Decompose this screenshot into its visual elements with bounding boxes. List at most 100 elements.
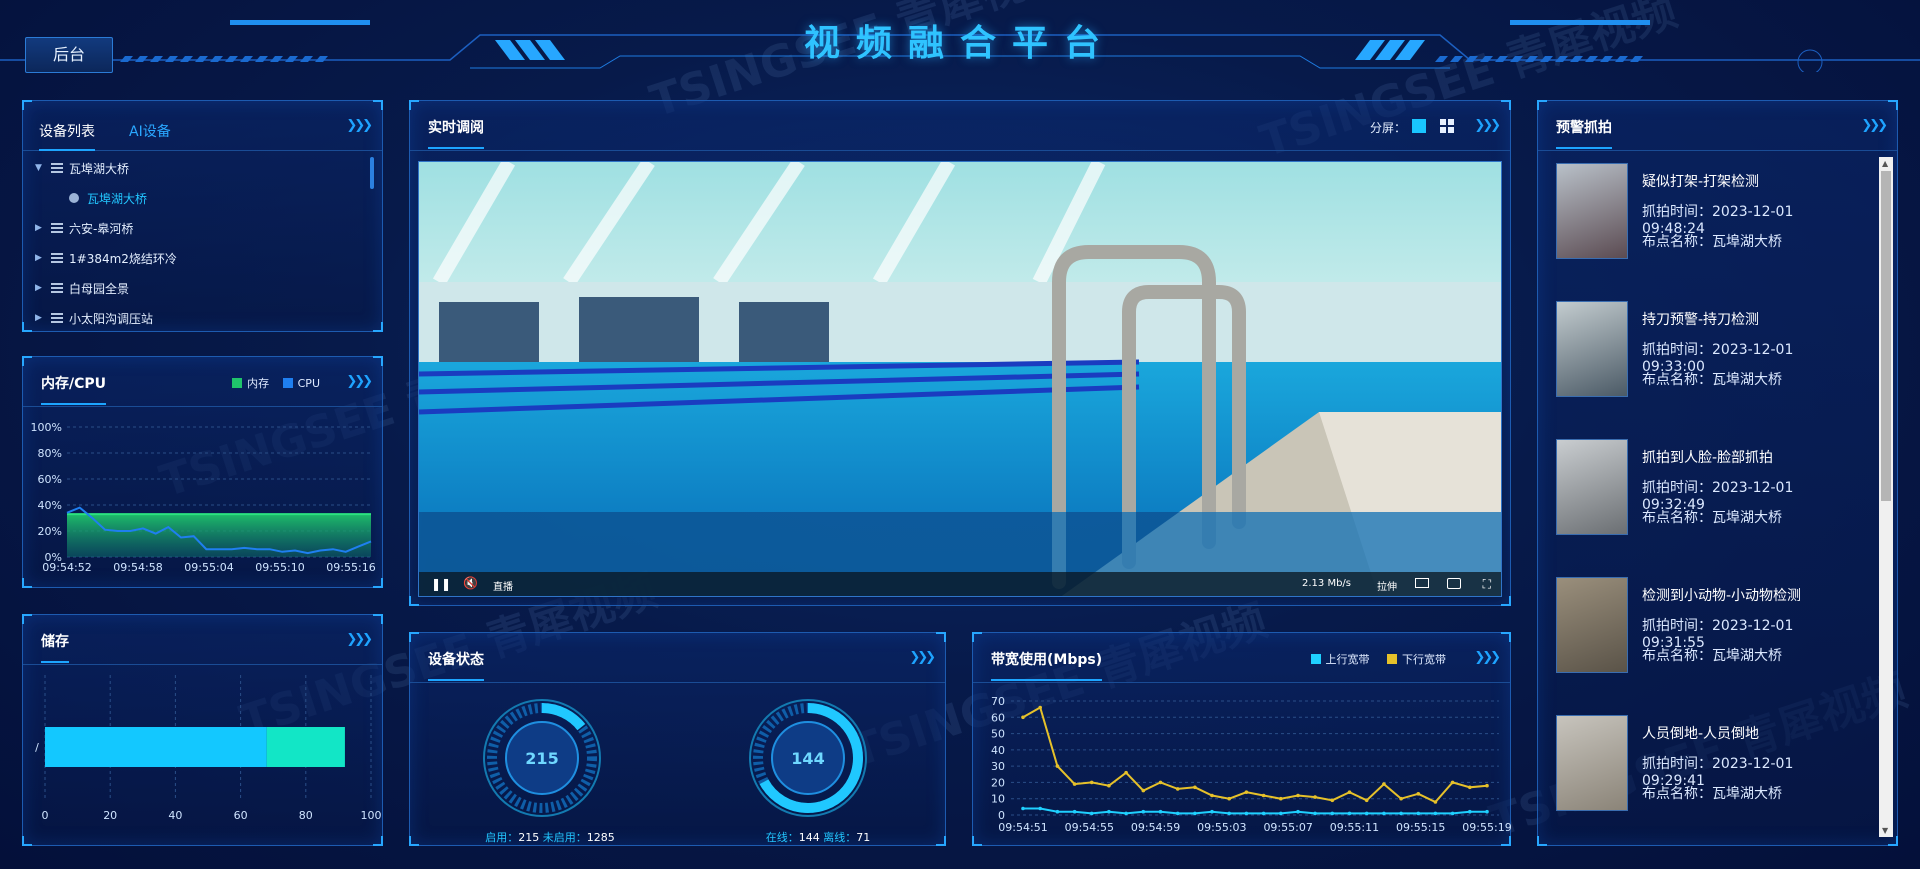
device-list-panel: 设备列表 AI设备 ❯❯❯ ▼ 瓦埠湖大桥 瓦埠湖大桥 ▶ 六安-皋河桥 ▶ 1… xyxy=(22,100,383,332)
chart-legend: 上行宽带 下行宽带 xyxy=(1310,651,1446,667)
tree-item[interactable]: ▶ 白母园全景 xyxy=(35,273,129,303)
data-point xyxy=(1296,793,1300,798)
alarm-scrollbar-thumb[interactable] xyxy=(1881,171,1891,501)
x-tick-label: 09:54:52 xyxy=(42,561,91,574)
alarm-item[interactable]: 人员倒地-人员倒地 抓拍时间：2023-12-01 09:29:41 布点名称：瓦埠… xyxy=(1538,715,1858,825)
alarm-item[interactable]: 检测到小动物-小动物检测 抓拍时间：2023-12-01 09:31:55 布点名称… xyxy=(1538,577,1858,687)
data-point xyxy=(1089,780,1094,785)
caret-down-icon: ▼ xyxy=(35,163,42,173)
gauge-value: 144 xyxy=(791,749,824,768)
stretch-button[interactable]: 拉伸 xyxy=(1377,578,1397,593)
alarm-scroll-track[interactable]: ▲ ▼ xyxy=(1879,157,1893,837)
header-bar: 视频融合平台 xyxy=(0,0,1920,72)
downstream-line xyxy=(1022,706,1488,804)
alarm-thumbnail[interactable] xyxy=(1556,577,1628,673)
chevron-right-icon: ❯❯❯ xyxy=(346,374,373,389)
alarm-site: 布点名称：瓦埠湖大桥 xyxy=(1642,507,1782,527)
video-player[interactable]: ❚❚ 🔇 直播 2.13 Mb/s 拉伸 ⛶ xyxy=(418,161,1502,597)
storage-bar-used xyxy=(45,727,267,767)
alarm-site-value: 瓦埠湖大桥 xyxy=(1712,234,1782,250)
x-tick-label: 09:54:58 xyxy=(113,561,162,574)
data-point xyxy=(1158,780,1163,785)
chevron-right-icon: ❯❯❯ xyxy=(1474,650,1501,665)
x-tick-label: 60 xyxy=(234,809,248,822)
bitrate-label: 2.13 Mb/s xyxy=(1302,578,1351,589)
data-point xyxy=(1021,806,1025,811)
chevron-right-icon: ❯❯❯ xyxy=(346,632,373,647)
tree-item[interactable]: ▶ 1#384m2烧结环冷 xyxy=(35,243,177,273)
tree-item-selected[interactable]: 瓦埠湖大桥 xyxy=(69,183,147,213)
alarm-item[interactable]: 疑似打架-打架检测 抓拍时间：2023-12-01 09:48:24 布点名称：瓦埠… xyxy=(1538,163,1858,273)
caption-value: 144 xyxy=(798,831,820,844)
camera-icon xyxy=(69,193,79,203)
split-single-icon[interactable] xyxy=(1412,119,1426,133)
data-point xyxy=(1313,795,1317,799)
alarm-thumbnail[interactable] xyxy=(1556,301,1628,397)
scroll-down-icon[interactable]: ▼ xyxy=(1882,826,1888,835)
tree-item[interactable]: ▼ 瓦埠湖大桥 xyxy=(35,153,129,183)
chevron-right-icon: ❯❯❯ xyxy=(909,650,936,665)
data-point xyxy=(1124,811,1128,816)
pause-icon[interactable]: ❚❚ xyxy=(431,577,451,591)
caret-right-icon: ▶ xyxy=(35,283,42,293)
data-point xyxy=(1382,811,1386,816)
server-icon xyxy=(51,163,63,173)
gauge-value: 215 xyxy=(525,749,558,768)
alarm-site-label: 布点名称： xyxy=(1642,648,1712,664)
data-point xyxy=(1416,811,1421,816)
data-point xyxy=(1175,787,1180,791)
record-icon[interactable] xyxy=(1415,578,1429,588)
storage-bar-free xyxy=(266,727,345,767)
alarm-thumbnail[interactable] xyxy=(1556,715,1628,811)
y-tick-label: 50 xyxy=(991,728,1005,741)
data-point xyxy=(1313,811,1317,816)
panel-title: 储存 xyxy=(41,631,69,663)
data-point xyxy=(1364,798,1369,803)
tab-device-list[interactable]: 设备列表 xyxy=(39,121,95,151)
alarm-title: 抓拍到人脸-脸部抓拍 xyxy=(1642,450,1774,466)
x-tick-label: 09:54:55 xyxy=(1065,821,1114,834)
tree-scrollbar[interactable] xyxy=(370,157,374,189)
alarm-item[interactable]: 抓拍到人脸-脸部抓拍 抓拍时间：2023-12-01 09:32:49 布点名称：瓦… xyxy=(1538,439,1858,549)
alarm-site-label: 布点名称： xyxy=(1642,372,1712,388)
data-point xyxy=(1124,770,1128,775)
data-point xyxy=(1261,793,1266,798)
storage-chart: 0 20 40 60 80 100 / xyxy=(35,675,382,822)
snapshot-icon[interactable] xyxy=(1447,578,1461,589)
y-tick-label: 60 xyxy=(991,711,1005,724)
alarm-site-label: 布点名称： xyxy=(1642,234,1712,250)
data-point xyxy=(1210,809,1214,814)
scroll-up-icon[interactable]: ▲ xyxy=(1882,159,1888,168)
tree-item-label: 瓦埠湖大桥 xyxy=(87,191,148,206)
caption-label: 启用： xyxy=(485,831,519,844)
tab-ai-devices[interactable]: AI设备 xyxy=(129,121,171,141)
caption-label: 离线： xyxy=(823,831,857,844)
alarm-item[interactable]: 持刀预警-持刀检测 抓拍时间：2023-12-01 09:33:00 布点名称：瓦埠… xyxy=(1538,301,1858,411)
fullscreen-icon[interactable]: ⛶ xyxy=(1483,577,1491,592)
alarm-thumbnail[interactable] xyxy=(1556,439,1628,535)
cpu-memory-panel: 内存/CPU 内存 CPU ❯❯❯ 100% 80% 60% 40% 20% 0% 09:5… xyxy=(22,356,383,588)
y-tick-label: 60% xyxy=(38,473,62,486)
data-point xyxy=(1158,809,1163,814)
alarm-thumbnail[interactable] xyxy=(1556,163,1628,259)
legend-swatch-cpu xyxy=(282,378,293,388)
mute-icon[interactable]: 🔇 xyxy=(463,576,478,590)
alarm-title: 持刀预警-持刀检测 xyxy=(1642,312,1760,328)
data-point xyxy=(1089,811,1094,816)
data-point xyxy=(1399,811,1403,816)
x-tick-label: 09:55:07 xyxy=(1263,821,1312,834)
caption-value: 1285 xyxy=(586,831,615,844)
alarm-site-label: 布点名称： xyxy=(1642,786,1712,802)
x-tick-label: 09:55:15 xyxy=(1396,821,1445,834)
legend-label-mem: 内存 xyxy=(247,377,270,390)
legend-swatch-mem xyxy=(232,378,243,388)
x-tick-label: 20 xyxy=(103,809,117,822)
data-point xyxy=(1468,785,1472,790)
split-quad-icon[interactable] xyxy=(1440,119,1454,133)
tree-item[interactable]: ▶ 六安-皋河桥 xyxy=(35,213,133,243)
tree-item[interactable]: ▶ 小太阳沟调压站 xyxy=(35,303,153,333)
caret-right-icon: ▶ xyxy=(35,223,42,233)
server-icon xyxy=(51,253,63,263)
split-label: 分屏： xyxy=(1369,121,1406,135)
back-button[interactable]: 后台 xyxy=(25,37,113,73)
